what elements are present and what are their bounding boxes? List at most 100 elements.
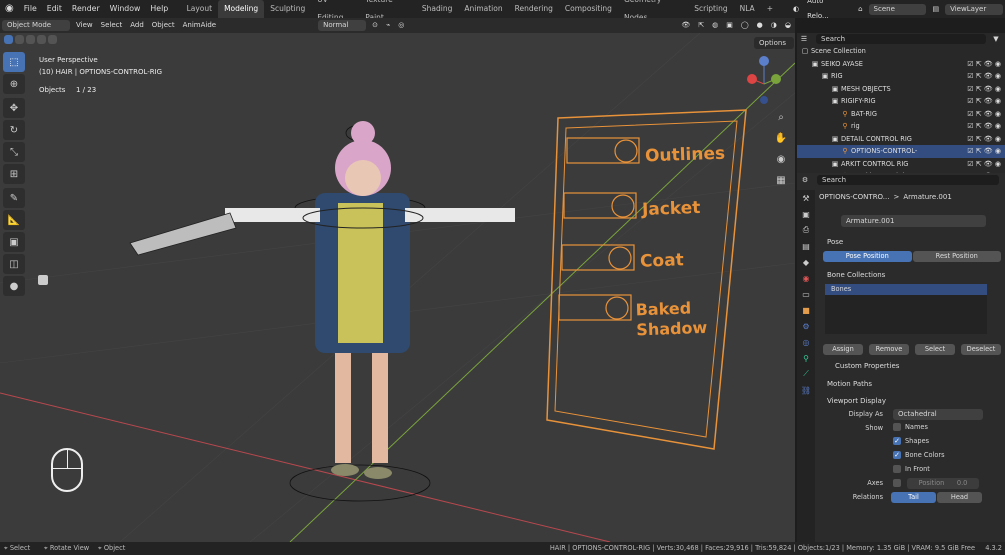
tab-animation[interactable]: Animation	[458, 0, 508, 18]
bone-colors-checkbox[interactable]: ✓	[893, 451, 901, 459]
select-button[interactable]: Select	[915, 344, 955, 355]
add-workspace-icon[interactable]: +	[761, 0, 779, 18]
outliner-row[interactable]: ⚲ rig ☑ ⇱ 👁 ◉	[797, 120, 1005, 133]
tab-modeling[interactable]: Modeling	[218, 0, 265, 18]
menu-help[interactable]: Help	[145, 0, 173, 18]
outliner-row[interactable]: ▣ ARKIT CONTROL RIG ☑ ⇱ 👁 ◉	[797, 158, 1005, 171]
deselect-button[interactable]: Deselect	[961, 344, 1001, 355]
tab-compositing[interactable]: Compositing	[559, 0, 618, 18]
output-tab-icon[interactable]: ⎙	[797, 222, 815, 238]
row-visibility-controls[interactable]: ☑ ⇱ 👁 ◉	[967, 135, 1005, 143]
perspective-grid-icon[interactable]: ▦	[773, 172, 789, 188]
shading-solid-icon[interactable]: ●	[753, 18, 767, 33]
camera-icon[interactable]: ◉	[773, 151, 789, 167]
menu-select[interactable]: Select	[97, 18, 127, 33]
rotate-icon[interactable]: ↻	[3, 120, 25, 140]
shading-material-icon[interactable]: ◑	[767, 18, 781, 33]
cursor-icon[interactable]: ⊕	[3, 74, 25, 94]
row-visibility-controls[interactable]: ☑ ⇱ 👁 ◉	[967, 72, 1005, 80]
orientation-selector[interactable]: Normal	[318, 20, 367, 31]
row-visibility-controls[interactable]: ☑ ⇱ 👁 ◉	[967, 110, 1005, 118]
gizmo-icon[interactable]: ⇱	[694, 18, 708, 33]
row-visibility-controls[interactable]: ☑ ⇱ 👁 ◉	[967, 85, 1005, 93]
select-subtract-icon[interactable]	[26, 35, 35, 44]
scene-selector[interactable]: Scene	[868, 3, 927, 15]
menu-animaide[interactable]: AnimAide	[179, 18, 220, 33]
viewport-display-header[interactable]: Viewport Display	[819, 394, 1005, 408]
select-extend-icon[interactable]	[15, 35, 24, 44]
pan-hand-icon[interactable]: ✋	[773, 130, 789, 146]
autoreload-icon[interactable]: ◐	[789, 2, 803, 17]
select-invert-icon[interactable]	[37, 35, 46, 44]
tab-nla[interactable]: NLA	[734, 0, 761, 18]
annotate-icon[interactable]: ✎	[3, 188, 25, 208]
render-tab-icon[interactable]: ▣	[797, 206, 815, 222]
keymap-icon[interactable]	[38, 275, 48, 285]
xray-icon[interactable]: ▣	[722, 18, 737, 33]
view-layer-tab-icon[interactable]: ▤	[797, 238, 815, 254]
filter-icon[interactable]: ▼	[992, 35, 1000, 43]
properties-search[interactable]: Search	[817, 175, 999, 185]
visibility-icon[interactable]: 👁	[677, 18, 694, 33]
custom-properties-header[interactable]: Custom Properties	[819, 359, 1005, 373]
outliner-row[interactable]: ▣ SEIKO AYASE ☑ ⇱ 👁 ◉	[797, 58, 1005, 71]
shading-wire-icon[interactable]: ◯	[737, 18, 753, 33]
add-object-icon[interactable]: ◫	[3, 254, 25, 274]
3d-viewport[interactable]: Outlines Jacket Coat Baked Shadow User P…	[0, 33, 795, 542]
bone-collection-item[interactable]: Bones	[825, 284, 987, 295]
properties-editor-icon[interactable]: ⚙	[801, 176, 809, 184]
row-visibility-controls[interactable]: ☑ ⇱ 👁 ◉	[967, 97, 1005, 105]
pivot-icon[interactable]: ⊙	[368, 18, 382, 33]
pose-position-button[interactable]: Pose Position	[823, 251, 912, 262]
outliner-row[interactable]: ▣ DETAIL CONTROL RIG ☑ ⇱ 👁 ◉	[797, 133, 1005, 146]
shapes-checkbox[interactable]: ✓	[893, 437, 901, 445]
blender-logo-icon[interactable]: ◉	[0, 0, 19, 18]
armature-data-name[interactable]: Armature.001	[841, 215, 986, 227]
zoom-icon[interactable]: ⌕	[773, 109, 789, 125]
object-tab-icon[interactable]: ■	[797, 302, 815, 318]
modifier-tab-icon[interactable]: ⚙	[797, 318, 815, 334]
tab-shading[interactable]: Shading	[416, 0, 458, 18]
row-visibility-controls[interactable]: ☑ ⇱ 👁 ◉	[967, 147, 1005, 155]
outliner-row[interactable]: ▣ MESH OBJECTS ☑ ⇱ 👁 ◉	[797, 83, 1005, 96]
outliner-editor-icon[interactable]: ☰	[800, 35, 808, 43]
tab-rendering[interactable]: Rendering	[509, 0, 559, 18]
menu-file[interactable]: File	[19, 0, 42, 18]
names-checkbox[interactable]	[893, 423, 901, 431]
display-as-dropdown[interactable]: Octahedral	[893, 409, 983, 420]
physics-tab-icon[interactable]: ◎	[797, 334, 815, 350]
constraint-tab-icon[interactable]: ⛓	[797, 382, 815, 398]
select-box-icon[interactable]: ⬚	[3, 52, 25, 72]
relations-head-button[interactable]: Head	[937, 492, 982, 503]
bone-collections-header[interactable]: Bone Collections	[819, 268, 1005, 282]
in-front-checkbox[interactable]	[893, 465, 901, 473]
options-dropdown[interactable]: Options	[754, 37, 794, 49]
menu-add[interactable]: Add	[126, 18, 148, 33]
row-visibility-controls[interactable]: ☑ ⇱ 👁 ◉	[967, 122, 1005, 130]
remove-button[interactable]: Remove	[869, 344, 909, 355]
menu-render[interactable]: Render	[67, 0, 105, 18]
motion-paths-header[interactable]: Motion Paths	[819, 377, 1005, 391]
outliner-row[interactable]: ▢ Scene Collection	[797, 45, 1005, 58]
add-cube-icon[interactable]: ▣	[3, 232, 25, 252]
outliner-search[interactable]: Search	[816, 34, 986, 44]
tool-tab-icon[interactable]: ⚒	[797, 190, 815, 206]
measure-icon[interactable]: 📐	[3, 210, 25, 230]
menu-view[interactable]: View	[72, 18, 97, 33]
scale-icon[interactable]: ⤡	[3, 142, 25, 162]
tab-layout[interactable]: Layout	[181, 0, 219, 18]
axes-checkbox[interactable]	[893, 479, 901, 487]
transform-icon[interactable]: ⊞	[3, 164, 25, 184]
autoreload-label[interactable]: Auto Relo...	[803, 0, 848, 24]
rest-position-button[interactable]: Rest Position	[912, 251, 1001, 262]
menu-edit[interactable]: Edit	[42, 0, 67, 18]
outliner-row[interactable]: ▣ RIG ☑ ⇱ 👁 ◉	[797, 70, 1005, 83]
armature-data-tab-icon[interactable]: ⚲	[797, 350, 815, 366]
pose-panel-header[interactable]: Pose	[819, 235, 1005, 249]
outliner-row[interactable]: ⚲ OPTIONS-CONTROL- ☑ ⇱ 👁 ◉	[797, 145, 1005, 158]
outliner-row[interactable]: ▣ RIGIFY-RIG ☑ ⇱ 👁 ◉	[797, 95, 1005, 108]
snap-icon[interactable]: ⌁	[382, 18, 394, 33]
select-intersect-icon[interactable]	[48, 35, 57, 44]
row-visibility-controls[interactable]: ☑ ⇱ 👁 ◉	[967, 160, 1005, 168]
select-new-icon[interactable]	[4, 35, 13, 44]
